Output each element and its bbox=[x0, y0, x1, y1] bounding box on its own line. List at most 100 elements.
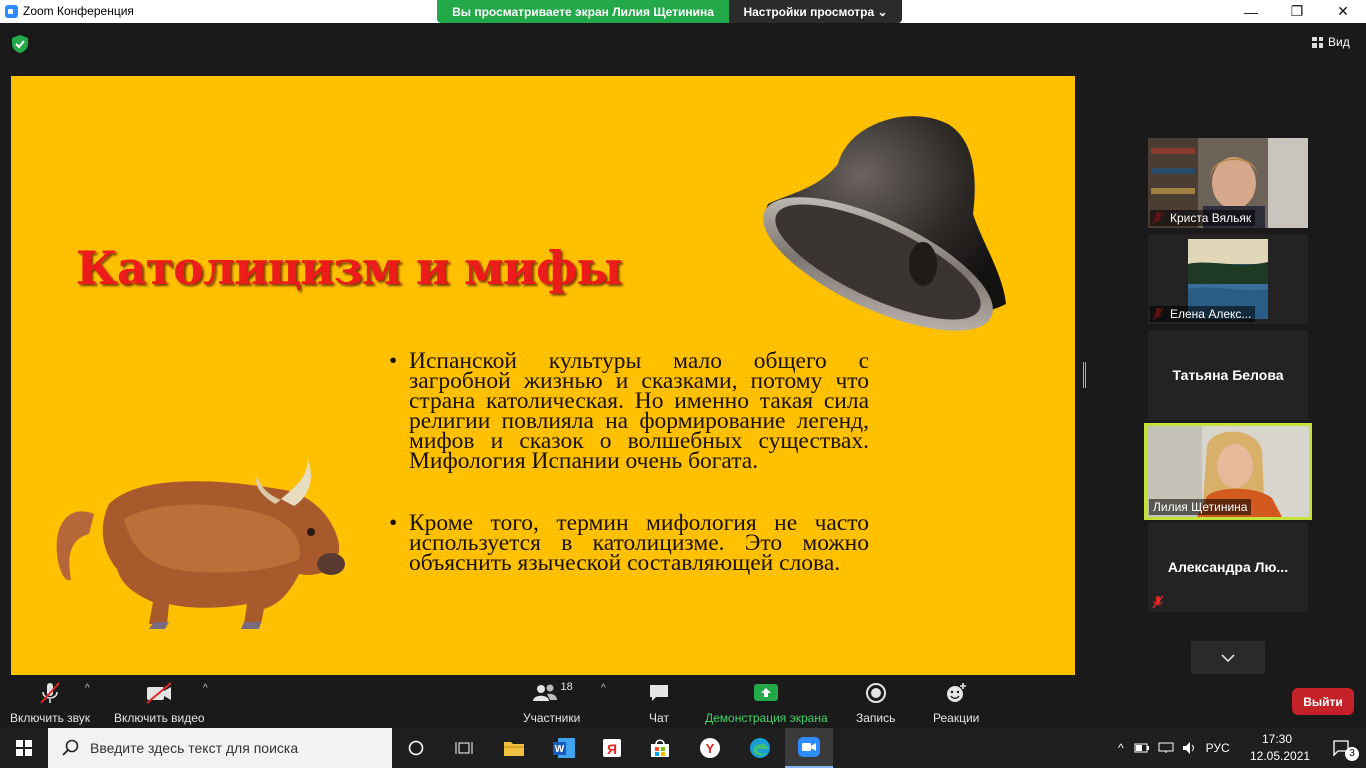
yak-illustration bbox=[56, 459, 345, 629]
action-center-button[interactable]: 3 bbox=[1318, 728, 1366, 768]
muted-mic-icon bbox=[1152, 595, 1164, 609]
svg-text:Y: Y bbox=[706, 741, 715, 756]
folder-icon bbox=[504, 742, 524, 756]
cortana-circle-icon bbox=[408, 740, 424, 756]
record-icon bbox=[865, 683, 886, 703]
yandex-circle-icon: Y bbox=[700, 738, 720, 758]
taskbar-edge[interactable] bbox=[736, 728, 784, 768]
tray-overflow-chevron-icon[interactable]: ^ bbox=[1118, 741, 1124, 755]
volume-icon[interactable] bbox=[1182, 741, 1198, 755]
scroll-participants-down-button[interactable] bbox=[1191, 641, 1265, 674]
meeting-area: Вид Католицизм и мифы • Испанской культу… bbox=[0, 23, 1366, 675]
screen-share-banner: Вы просматриваете экран Лилия Щетинина Н… bbox=[437, 0, 902, 23]
yandex-icon: Я bbox=[603, 739, 621, 757]
grid-view-icon bbox=[1312, 36, 1323, 48]
search-placeholder: Введите здесь текст для поиска bbox=[90, 740, 299, 756]
windows-taskbar: Введите здесь текст для поиска W Я Y ^ Р… bbox=[0, 728, 1366, 768]
participants-button[interactable]: 18 Участники bbox=[523, 681, 580, 725]
clock-date: 12.05.2021 bbox=[1250, 749, 1311, 763]
participants-count: 18 bbox=[560, 681, 573, 693]
start-video-label: Включить видео bbox=[114, 711, 205, 725]
slide-bullet-1: Испанской культуры мало общего с загробн… bbox=[389, 349, 869, 473]
participant-name: Лилия Щетинина bbox=[1149, 499, 1252, 515]
reactions-button[interactable]: Реакции bbox=[933, 681, 979, 725]
slide-bullet-2: Кроме того, термин мифология не часто ис… bbox=[389, 511, 869, 575]
view-options-button[interactable]: Настройки просмотра ⌄ bbox=[729, 0, 902, 23]
svg-text:W: W bbox=[555, 744, 565, 755]
share-screen-icon bbox=[754, 684, 779, 701]
window-title: Zoom Конференция bbox=[23, 4, 134, 18]
close-button[interactable]: ✕ bbox=[1320, 0, 1366, 23]
timeline-button[interactable] bbox=[440, 728, 488, 768]
participants-label: Участники bbox=[523, 711, 581, 725]
taskbar-clock[interactable]: 17:30 12.05.2021 bbox=[1250, 731, 1311, 765]
participant-tile[interactable]: Криста Вяльяк bbox=[1148, 138, 1308, 228]
meeting-toolbar: Включить звук ^ Включить видео ^ 18 Учас… bbox=[0, 675, 1366, 728]
participant-name: Александра Лю... bbox=[1167, 559, 1289, 575]
notification-count-badge: 3 bbox=[1345, 747, 1359, 761]
taskbar-zoom[interactable] bbox=[785, 728, 833, 768]
share-screen-label: Демонстрация экрана bbox=[705, 711, 828, 725]
record-label: Запись bbox=[856, 711, 896, 725]
taskbar-yandex-browser[interactable]: Я bbox=[588, 728, 636, 768]
chat-icon bbox=[650, 685, 668, 701]
taskbar-word[interactable]: W bbox=[540, 728, 588, 768]
unmute-button[interactable]: Включить звук bbox=[10, 681, 90, 725]
panel-splitter-handle[interactable] bbox=[1083, 362, 1086, 388]
svg-text:Я: Я bbox=[607, 741, 617, 757]
slide-bullet-list: Испанской культуры мало общего с загробн… bbox=[389, 349, 869, 615]
word-icon: W bbox=[553, 738, 575, 758]
viewing-screen-label: Вы просматриваете экран Лилия Щетинина bbox=[437, 0, 729, 23]
unmute-label: Включить звук bbox=[10, 711, 91, 725]
participants-options-chevron-icon[interactable]: ^ bbox=[601, 683, 606, 694]
participant-name: Татьяна Белова bbox=[1172, 367, 1284, 383]
chat-label: Чат bbox=[649, 711, 669, 725]
clock-time: 17:30 bbox=[1261, 732, 1293, 746]
participant-tile[interactable]: Татьяна Белова bbox=[1148, 330, 1308, 420]
chat-button[interactable]: Чат bbox=[647, 681, 671, 725]
network-icon[interactable] bbox=[1158, 742, 1174, 754]
participants-icon bbox=[532, 684, 557, 701]
task-view-button[interactable] bbox=[392, 728, 440, 768]
leave-meeting-button[interactable]: Выйти bbox=[1292, 688, 1354, 715]
audio-options-chevron-icon[interactable]: ^ bbox=[85, 683, 90, 694]
windows-logo-icon bbox=[16, 740, 32, 756]
battery-icon[interactable] bbox=[1134, 742, 1150, 754]
participant-tile[interactable]: Александра Лю... bbox=[1148, 522, 1308, 612]
taskbar-store[interactable] bbox=[636, 728, 684, 768]
participant-tile[interactable]: Елена Алекс... bbox=[1148, 234, 1308, 324]
slide-title: Католицизм и мифы bbox=[76, 241, 623, 295]
video-options-chevron-icon[interactable]: ^ bbox=[203, 683, 208, 694]
share-screen-button[interactable]: Демонстрация экрана bbox=[705, 681, 828, 725]
participant-tile-active-speaker[interactable]: Лилия Щетинина bbox=[1144, 423, 1312, 520]
chevron-down-icon bbox=[1221, 653, 1235, 662]
bell-illustration bbox=[763, 116, 1006, 331]
start-button[interactable] bbox=[0, 728, 48, 768]
keyboard-language[interactable]: РУС bbox=[1206, 741, 1230, 755]
zoom-icon bbox=[798, 737, 820, 757]
taskbar-search-box[interactable]: Введите здесь текст для поиска bbox=[48, 728, 392, 768]
store-bag-icon bbox=[651, 739, 669, 757]
record-button[interactable]: Запись bbox=[856, 681, 895, 725]
reactions-label: Реакции bbox=[933, 711, 980, 725]
view-button[interactable]: Вид bbox=[1312, 35, 1350, 49]
view-button-label: Вид bbox=[1328, 35, 1350, 49]
minimize-button[interactable]: — bbox=[1228, 0, 1274, 23]
mic-off-icon bbox=[40, 682, 60, 704]
start-video-button[interactable]: Включить видео bbox=[114, 681, 205, 725]
taskbar-file-explorer[interactable] bbox=[490, 728, 538, 768]
participant-name: Криста Вяльяк bbox=[1150, 210, 1256, 226]
search-icon bbox=[62, 739, 79, 756]
taskbar-yandex[interactable]: Y bbox=[686, 728, 734, 768]
maximize-button[interactable]: ❐ bbox=[1274, 0, 1320, 23]
window-titlebar: Zoom Конференция Вы просматриваете экран… bbox=[0, 0, 1366, 23]
participant-name: Елена Алекс... bbox=[1150, 306, 1256, 322]
reactions-icon bbox=[947, 683, 967, 702]
shared-screen-slide: Католицизм и мифы • Испанской культуры м… bbox=[11, 76, 1075, 675]
edge-icon bbox=[750, 738, 770, 758]
video-off-icon bbox=[146, 682, 172, 704]
task-view-icon bbox=[455, 742, 473, 754]
encryption-shield-icon[interactable] bbox=[12, 35, 28, 53]
zoom-app-icon bbox=[5, 5, 18, 18]
system-tray: ^ РУС bbox=[1118, 728, 1230, 768]
